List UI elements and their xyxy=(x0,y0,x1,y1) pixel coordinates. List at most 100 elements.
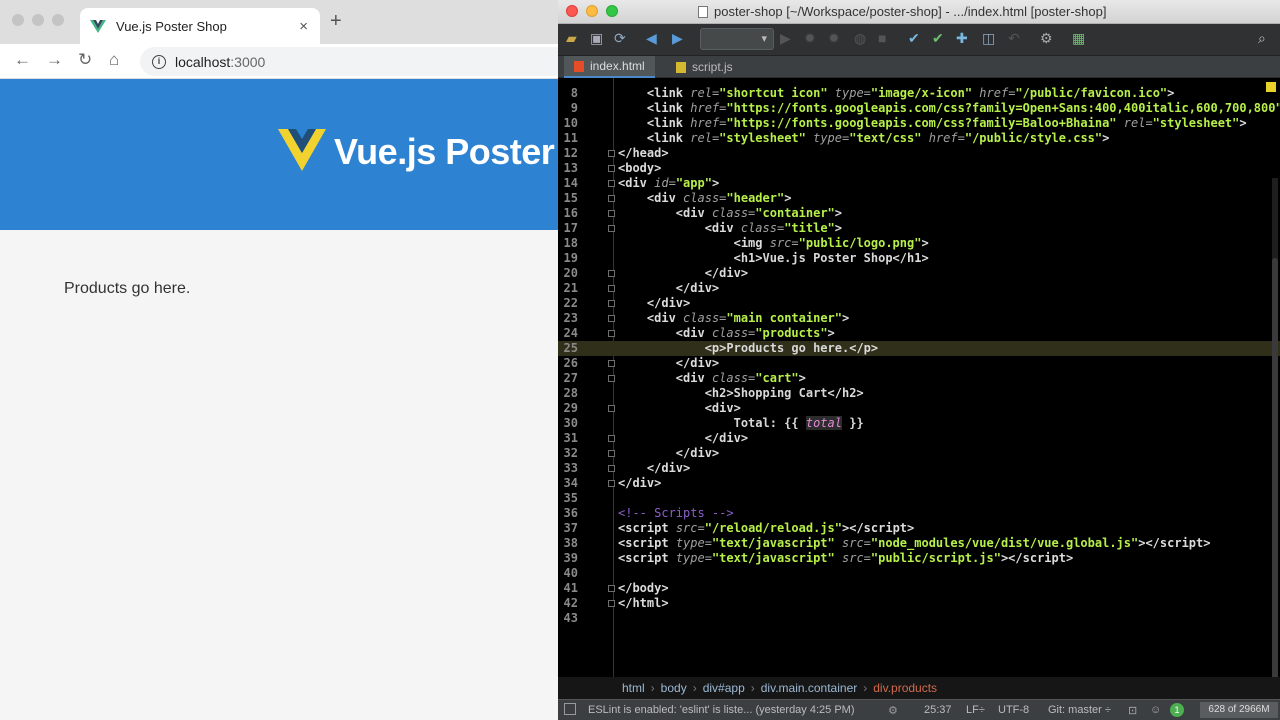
code-line[interactable]: 25 <p>Products go here.</p> xyxy=(558,341,1280,356)
code-line[interactable]: 23 <div class="main container"> xyxy=(558,311,1280,326)
open-folder-icon[interactable]: ▰ xyxy=(566,30,577,47)
tool-windows-icon[interactable] xyxy=(564,703,576,715)
file-encoding[interactable]: UTF-8 xyxy=(998,704,1029,716)
code-line[interactable]: 32 </div> xyxy=(558,446,1280,461)
code-line[interactable]: 17 <div class="title"> xyxy=(558,221,1280,236)
save-all-icon[interactable]: ▣ xyxy=(590,30,603,47)
code-line[interactable]: 37 <script src="/reload/reload.js"></scri… xyxy=(558,521,1280,536)
fold-marker-icon[interactable] xyxy=(608,180,615,187)
code-line[interactable]: 30 Total: {{ total }} xyxy=(558,416,1280,431)
code-line[interactable]: 39 <script type="text/javascript" src="pu… xyxy=(558,551,1280,566)
code-line[interactable]: 13 <body> xyxy=(558,161,1280,176)
fold-marker-icon[interactable] xyxy=(608,225,615,232)
code-line[interactable]: 36 <!-- Scripts --> xyxy=(558,506,1280,521)
minimize-window-button[interactable] xyxy=(32,14,44,26)
fold-marker-icon[interactable] xyxy=(608,600,615,607)
memory-indicator[interactable]: 628 of 2966M xyxy=(1200,702,1278,718)
git-branch[interactable]: Git: master ÷ xyxy=(1048,704,1111,716)
fold-marker-icon[interactable] xyxy=(608,450,615,457)
fold-marker-icon[interactable] xyxy=(608,585,615,592)
code-line[interactable]: 27 <div class="cart"> xyxy=(558,371,1280,386)
code-line[interactable]: 12 </head> xyxy=(558,146,1280,161)
code-line[interactable]: 18 <img src="public/logo.png"> xyxy=(558,236,1280,251)
breadcrumb-body[interactable]: body xyxy=(661,681,687,695)
code-editor[interactable]: 8 <link rel="shortcut icon" type="image/… xyxy=(558,78,1280,677)
zoom-window-button[interactable] xyxy=(52,14,64,26)
background-tasks-icon[interactable]: ⚙ xyxy=(888,704,898,717)
navigate-back-icon[interactable]: ◀ xyxy=(646,30,657,47)
code-line[interactable]: 14 <div id="app"> xyxy=(558,176,1280,191)
code-line[interactable]: 24 <div class="products"> xyxy=(558,326,1280,341)
fold-marker-icon[interactable] xyxy=(608,285,615,292)
fold-marker-icon[interactable] xyxy=(608,195,615,202)
code-line[interactable]: 35 xyxy=(558,491,1280,506)
address-bar[interactable]: i localhost :3000 xyxy=(140,47,558,76)
sync-icon[interactable]: ⟳ xyxy=(614,30,626,47)
code-line[interactable]: 29 <div> xyxy=(558,401,1280,416)
scrollbar-thumb[interactable] xyxy=(1272,258,1278,677)
code-line[interactable]: 28 <h2>Shopping Cart</h2> xyxy=(558,386,1280,401)
back-arrow-icon[interactable]: ← xyxy=(14,50,31,70)
vcs-update-icon[interactable]: ✔ xyxy=(908,30,920,47)
browser-tab[interactable]: Vue.js Poster Shop × xyxy=(80,8,320,44)
code-line[interactable]: 34 </div> xyxy=(558,476,1280,491)
fold-marker-icon[interactable] xyxy=(608,270,615,277)
fold-marker-icon[interactable] xyxy=(608,405,615,412)
warning-marker-icon[interactable] xyxy=(1266,82,1276,92)
code-line[interactable]: 38 <script type="text/javascript" src="no… xyxy=(558,536,1280,551)
close-window-button[interactable] xyxy=(12,14,24,26)
code-line[interactable]: 8 <link rel="shortcut icon" type="image/… xyxy=(558,86,1280,101)
search-icon[interactable]: ⌕ xyxy=(1258,30,1266,47)
fold-marker-icon[interactable] xyxy=(608,210,615,217)
tab-script-js[interactable]: script.js xyxy=(666,56,743,78)
ide-minimize-button[interactable] xyxy=(586,5,598,17)
fold-marker-icon[interactable] xyxy=(608,375,615,382)
stop-icon[interactable]: ■ xyxy=(878,30,886,46)
rollback-icon[interactable]: ↶ xyxy=(1008,30,1020,47)
code-line[interactable]: 40 xyxy=(558,566,1280,581)
caret-position[interactable]: 25:37 xyxy=(924,704,952,716)
reload-icon[interactable]: ↻ xyxy=(78,50,92,70)
tab-index-html[interactable]: index.html xyxy=(564,56,655,78)
run-configuration-select[interactable] xyxy=(700,28,774,50)
code-line[interactable]: 9 <link href="https://fonts.googleapis.c… xyxy=(558,101,1280,116)
eslint-status[interactable]: ESLint is enabled: 'eslint' is liste... … xyxy=(588,704,855,716)
navigate-forward-icon[interactable]: ▶ xyxy=(672,30,683,47)
code-line[interactable]: 11 <link rel="stylesheet" type="text/css… xyxy=(558,131,1280,146)
code-line[interactable]: 15 <div class="header"> xyxy=(558,191,1280,206)
vcs-commit-icon[interactable]: ✔ xyxy=(932,30,944,47)
forward-arrow-icon[interactable]: → xyxy=(46,50,63,70)
code-line[interactable]: 42 </html> xyxy=(558,596,1280,611)
breadcrumb-html[interactable]: html xyxy=(622,681,645,695)
new-tab-icon[interactable]: + xyxy=(330,10,342,33)
code-line[interactable]: 21 </div> xyxy=(558,281,1280,296)
close-tab-icon[interactable]: × xyxy=(299,18,308,35)
notifications-icon[interactable]: 1 xyxy=(1170,703,1184,717)
fold-marker-icon[interactable] xyxy=(608,480,615,487)
code-line[interactable]: 31 </div> xyxy=(558,431,1280,446)
code-line[interactable]: 43 xyxy=(558,611,1280,626)
vcs-history-icon[interactable]: ◫ xyxy=(982,30,995,47)
code-line[interactable]: 16 <div class="container"> xyxy=(558,206,1280,221)
settings-icon[interactable]: ⚙ xyxy=(1040,30,1053,47)
profile-icon[interactable]: ◍ xyxy=(854,30,866,47)
fold-marker-icon[interactable] xyxy=(608,330,615,337)
project-structure-icon[interactable]: ▦ xyxy=(1072,30,1085,47)
lock-icon[interactable]: ⊡ xyxy=(1128,704,1137,717)
home-icon[interactable]: ⌂ xyxy=(109,50,119,70)
fold-marker-icon[interactable] xyxy=(608,465,615,472)
code-line[interactable]: 20 </div> xyxy=(558,266,1280,281)
fold-marker-icon[interactable] xyxy=(608,300,615,307)
fold-marker-icon[interactable] xyxy=(608,150,615,157)
fold-marker-icon[interactable] xyxy=(608,165,615,172)
breadcrumb-div-main-container[interactable]: div.main.container xyxy=(761,681,858,695)
breadcrumb-div-products[interactable]: div.products xyxy=(873,681,937,695)
code-line[interactable]: 22 </div> xyxy=(558,296,1280,311)
code-line[interactable]: 26 </div> xyxy=(558,356,1280,371)
fold-marker-icon[interactable] xyxy=(608,315,615,322)
breadcrumb-div-app[interactable]: div#app xyxy=(703,681,745,695)
editor-scrollbar[interactable] xyxy=(1272,178,1278,677)
ide-zoom-button[interactable] xyxy=(606,5,618,17)
code-line[interactable]: 41 </body> xyxy=(558,581,1280,596)
fold-marker-icon[interactable] xyxy=(608,435,615,442)
